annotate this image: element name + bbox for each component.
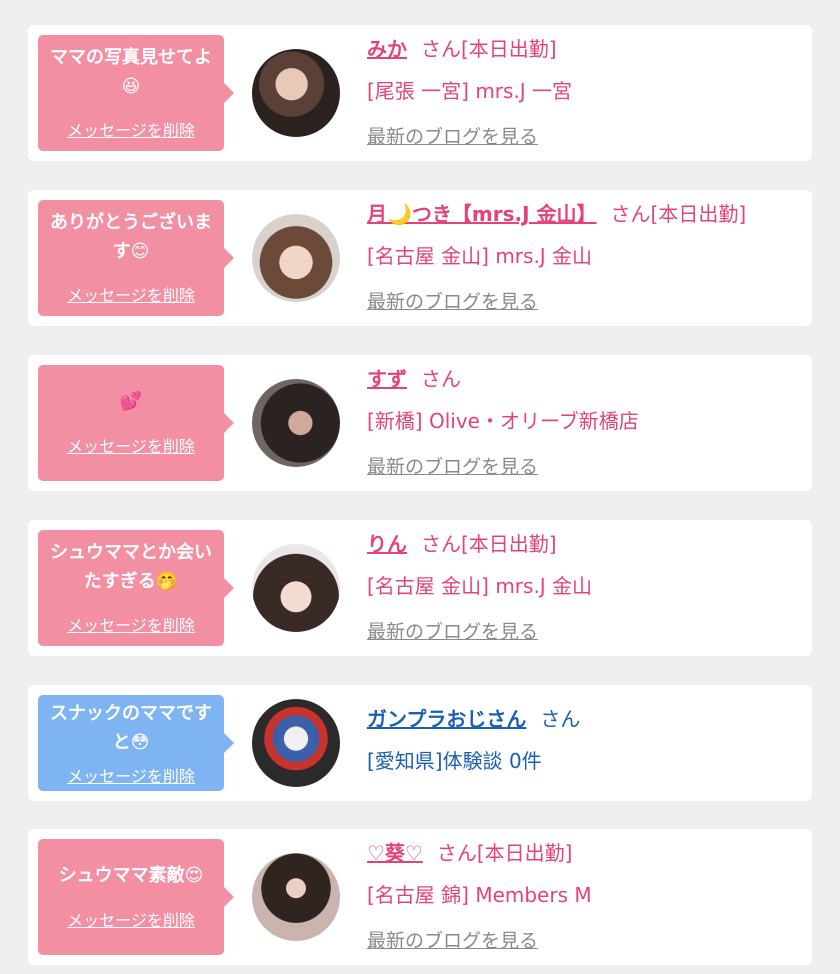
delete-message-link[interactable]: メッセージを削除	[38, 433, 224, 457]
message-bubble: ママの写真見せてよ😆 メッセージを削除	[38, 35, 234, 151]
latest-blog-link[interactable]: 最新のブログを見る	[367, 617, 592, 644]
message-text: ありがとうございます😊	[50, 212, 212, 262]
user-status: さん[本日出勤]	[421, 37, 557, 61]
latest-blog-link[interactable]: 最新のブログを見る	[367, 926, 592, 953]
message-text: ママの写真見せてよ😆	[50, 47, 212, 97]
user-name-link[interactable]: すず	[367, 367, 407, 391]
delete-message-link[interactable]: メッセージを削除	[38, 282, 224, 306]
delete-message-link[interactable]: メッセージを削除	[38, 612, 224, 636]
delete-message-link[interactable]: メッセージを削除	[38, 763, 224, 787]
shop-info: [尾張 一宮] mrs.J 一宮	[367, 79, 573, 103]
review-info: [愛知県]体験談 0件	[367, 749, 542, 773]
latest-blog-link[interactable]: 最新のブログを見る	[367, 122, 572, 149]
message-bubble: スナックのママですと😳 メッセージを削除	[38, 695, 234, 791]
shop-info: [名古屋 金山] mrs.J 金山	[367, 244, 593, 268]
message-bubble: シュウママ素敵😍 メッセージを削除	[38, 839, 234, 955]
avatar[interactable]	[252, 214, 340, 302]
message-text: シュウママ素敵😍	[58, 865, 204, 886]
user-status: さん[本日出勤]	[436, 841, 573, 865]
avatar[interactable]	[252, 379, 340, 467]
delete-message-link[interactable]: メッセージを削除	[38, 117, 224, 141]
user-status: さん[本日出勤]	[421, 532, 557, 556]
message-card: シュウママ素敵😍 メッセージを削除 ♡葵♡ さん[本日出勤] [名古屋 錦] Me…	[28, 829, 812, 965]
user-name-link[interactable]: 月🌙つき【mrs.J 金山】	[367, 202, 597, 226]
user-status: さん	[421, 367, 461, 391]
message-card: シュウママとか会いたすぎる🤭 メッセージを削除 りん さん[本日出勤] [名古屋 …	[28, 520, 812, 656]
avatar[interactable]	[252, 853, 340, 941]
user-name-link[interactable]: ♡葵♡	[367, 841, 423, 865]
shop-info: [名古屋 金山] mrs.J 金山	[367, 574, 593, 598]
user-status: さん[本日出勤]	[610, 202, 747, 226]
avatar[interactable]	[252, 544, 340, 632]
message-card: ありがとうございます😊 メッセージを削除 月🌙つき【mrs.J 金山】 さん[本日…	[28, 190, 812, 326]
message-list: ママの写真見せてよ😆 メッセージを削除 みか さん[本日出勤] [尾張 一宮] m…	[0, 0, 840, 974]
latest-blog-link[interactable]: 最新のブログを見る	[367, 452, 639, 479]
user-name-link[interactable]: りん	[367, 532, 407, 556]
user-name-link[interactable]: ガンプラおじさん	[367, 707, 526, 731]
message-card: 💕 メッセージを削除 すず さん [新橋] Olive・オリーブ新橋店 最新のブロ…	[28, 355, 812, 491]
avatar[interactable]	[252, 49, 340, 137]
delete-message-link[interactable]: メッセージを削除	[38, 907, 224, 931]
message-text: スナックのママですと😳	[50, 703, 212, 753]
message-bubble: シュウママとか会いたすぎる🤭 メッセージを削除	[38, 530, 234, 646]
user-name-link[interactable]: みか	[367, 37, 407, 61]
latest-blog-link[interactable]: 最新のブログを見る	[367, 287, 746, 314]
user-status: さん	[540, 707, 581, 731]
shop-info: [新橋] Olive・オリーブ新橋店	[367, 409, 639, 433]
message-text: シュウママとか会いたすぎる🤭	[50, 542, 212, 592]
message-text: 💕	[119, 391, 143, 412]
message-bubble: ありがとうございます😊 メッセージを削除	[38, 200, 234, 316]
avatar[interactable]	[252, 699, 340, 787]
message-card: ママの写真見せてよ😆 メッセージを削除 みか さん[本日出勤] [尾張 一宮] m…	[28, 25, 812, 161]
shop-info: [名古屋 錦] Members M	[367, 883, 592, 907]
message-card: スナックのママですと😳 メッセージを削除 ガンプラおじさん さん [愛知県]体験談…	[28, 685, 812, 801]
message-bubble: 💕 メッセージを削除	[38, 365, 234, 481]
